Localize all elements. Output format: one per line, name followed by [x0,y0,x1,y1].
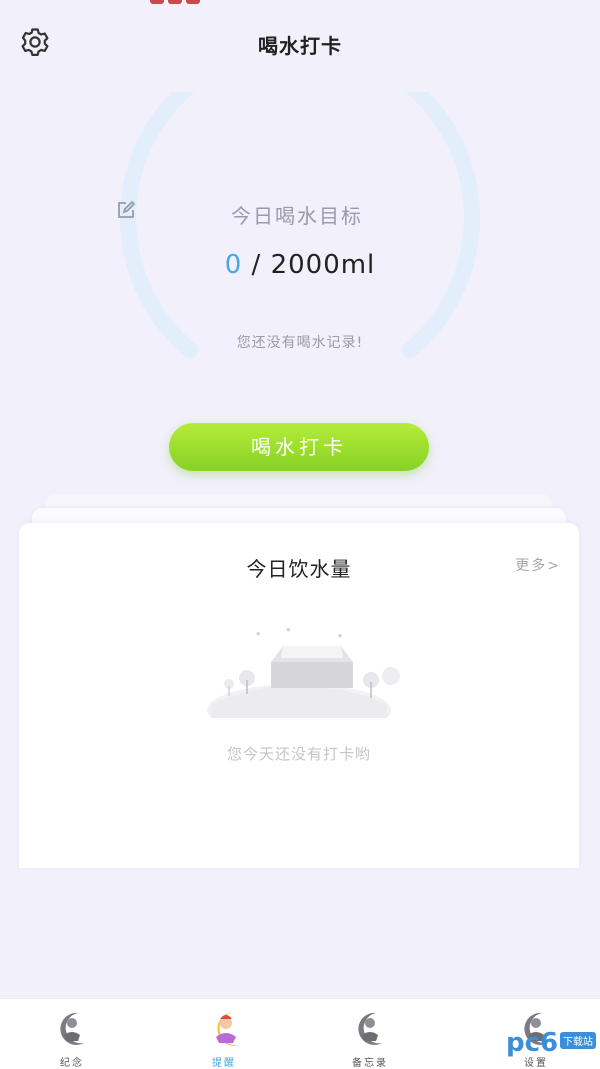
top-status-strip [0,0,600,6]
empty-state-text: 您今天还没有打卡哟 [226,745,371,763]
target-amount: 2000ml [270,250,376,280]
tab-memo[interactable]: 备忘录 [330,1007,410,1069]
amount-separator: / [242,250,271,280]
watermark-tag: 下载站 [560,1032,596,1049]
moon-character-icon [358,1012,382,1045]
tab-label: 纪念 [60,1058,84,1069]
header: 喝水打卡 [0,22,600,62]
card-title: 今日饮水量 [246,557,352,581]
current-amount: 0 [224,250,243,280]
watermark-brand: pc6 [506,1028,559,1058]
moon-character-icon [216,1012,240,1046]
tab-memorial[interactable]: 纪念 [32,1007,112,1069]
site-watermark: pc6 下载站 [506,1028,596,1066]
empty-box-illustration [207,627,400,718]
water-amount: 0 / 2000ml [116,250,484,280]
more-link[interactable]: 更多> [515,555,561,575]
daily-intake-card: 今日饮水量 更多> 您今天还没有打卡哟 [19,523,579,868]
goal-label: 今日喝水目标 [231,204,363,228]
no-record-hint: 您还没有喝水记录! [236,335,364,351]
checkin-button[interactable]: 喝水打卡 [169,423,429,471]
tab-label: 备忘录 [352,1058,388,1069]
moon-character-icon [60,1012,84,1045]
tab-reminder[interactable]: 提醒 [184,1007,264,1069]
goal-label-row: 今日喝水目标 [116,200,484,229]
tab-label: 提醒 [212,1058,236,1069]
page-title: 喝水打卡 [258,34,342,58]
water-progress-gauge: 今日喝水目标 0 / 2000ml 您还没有喝水记录! [116,92,484,382]
